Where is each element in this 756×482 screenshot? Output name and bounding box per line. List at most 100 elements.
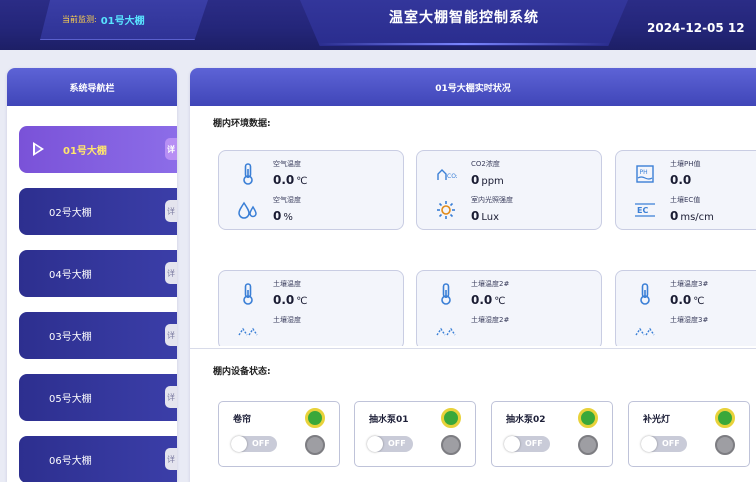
sidebar-item-greenhouse-02[interactable]: 02号大棚 详 <box>19 188 177 235</box>
datetime: 2024-12-05 12 <box>647 21 745 35</box>
sidebar-item-greenhouse-04[interactable]: 04号大棚 详 <box>19 250 177 297</box>
env-card-soil-1: 土壤温度 0.0 ℃ 土壤湿度 <box>218 270 404 346</box>
sun-icon <box>435 199 457 221</box>
metric-value: 0.0 ℃ <box>273 173 308 187</box>
env-card-air: 空气温度 0.0 ℃ 空气湿度 0% <box>218 150 404 230</box>
value-unit: ℃ <box>494 296 506 307</box>
metric-light: 室内光照强度 0 Lux <box>417 193 603 229</box>
sidebar-item-label: 03号大棚 <box>49 332 92 343</box>
metric-air-temperature: 空气温度 0.0 ℃ <box>219 157 405 193</box>
grow-light-toggle[interactable]: OFF <box>641 436 687 452</box>
device-name: 补光灯 <box>643 415 671 425</box>
stopped-indicator-light <box>441 435 461 455</box>
toggle-knob <box>504 436 520 452</box>
co2-icon: CO₂ <box>435 163 457 185</box>
curtain-toggle[interactable]: OFF <box>231 436 277 452</box>
metric-label: 土壤湿度 <box>273 316 301 324</box>
pump-01-toggle[interactable]: OFF <box>367 436 413 452</box>
nav-tab-handle: 详 <box>165 448 177 470</box>
value-unit: ppm <box>481 176 504 187</box>
nav-tab-handle: 详 <box>165 324 177 346</box>
metric-label: 土壤湿度3# <box>670 316 709 324</box>
sidebar-item-greenhouse-05[interactable]: 05号大棚 详 <box>19 374 177 421</box>
nav-list: 01号大棚 详 02号大棚 详 04号大棚 详 03号大棚 详 05号大棚 详 … <box>7 106 177 482</box>
value-number: 0.0 <box>670 173 692 187</box>
play-arrow-icon <box>33 142 44 156</box>
value-number: 0 <box>471 209 480 223</box>
svg-text:CO₂: CO₂ <box>447 173 457 180</box>
sidebar: 系统导航栏 01号大棚 详 02号大棚 详 04号大棚 详 03号大棚 详 05… <box>7 68 177 482</box>
device-name: 抽水泵01 <box>369 415 409 425</box>
soil-humidity-icon <box>435 319 457 341</box>
nav-tab-handle: 详 <box>165 386 177 408</box>
sidebar-item-label: 05号大棚 <box>49 394 92 405</box>
env-card-soil-2: 土壤温度2# 0.0 ℃ 土壤湿度2# <box>416 270 602 346</box>
title-underline <box>318 43 610 45</box>
thermometer-icon <box>237 163 259 185</box>
running-indicator-light <box>441 408 461 428</box>
metric-label: 土壤温度 <box>273 280 301 288</box>
device-card-grow-light: 补光灯 OFF <box>628 401 750 467</box>
metric-label: 室内光照强度 <box>471 196 513 204</box>
value-number: 0.0 <box>670 293 692 307</box>
svg-text:PH: PH <box>640 169 648 176</box>
value-number: 0 <box>471 173 480 187</box>
value-unit: ℃ <box>693 296 705 307</box>
metric-soil-temperature: 土壤温度 0.0 ℃ <box>219 277 405 313</box>
metric-air-humidity: 空气湿度 0% <box>219 193 405 229</box>
title-plate: 温室大棚智能控制系统 <box>300 0 628 46</box>
current-monitor-value: 01号大棚 <box>100 16 145 27</box>
sidebar-item-greenhouse-03[interactable]: 03号大棚 详 <box>19 312 177 359</box>
main-panel: 01号大棚实时状况 棚内环境数据: 空气温度 0.0 ℃ 空气湿度 0% CO … <box>190 68 756 482</box>
value-number: 0 <box>273 209 282 223</box>
sidebar-item-label: 02号大棚 <box>49 208 92 219</box>
toggle-knob <box>367 436 383 452</box>
toggle-state: OFF <box>662 439 680 448</box>
metric-value: 0 Lux <box>471 209 499 223</box>
toggle-state: OFF <box>525 439 543 448</box>
metric-label: 空气湿度 <box>273 196 301 204</box>
ph-icon: PH <box>634 163 656 185</box>
metric-label: 土壤EC值 <box>670 196 701 204</box>
toggle-state: OFF <box>388 439 406 448</box>
device-card-curtain: 卷帘 OFF <box>218 401 340 467</box>
metric-label: 土壤湿度2# <box>471 316 510 324</box>
soil-thermometer-icon <box>634 283 656 305</box>
value-unit: Lux <box>481 212 500 223</box>
device-name: 抽水泵02 <box>506 415 546 425</box>
running-indicator-light <box>305 408 325 428</box>
soil-humidity-icon <box>634 319 656 341</box>
env-card-soil-3: 土壤温度3# 0.0 ℃ 土壤湿度3# <box>615 270 756 346</box>
current-monitor-label: 当前监测: <box>62 15 97 24</box>
metric-soil-humidity-2: 土壤湿度2# <box>417 313 603 346</box>
section-divider <box>190 348 756 349</box>
soil-thermometer-icon <box>435 283 457 305</box>
value-unit: ℃ <box>296 296 308 307</box>
toggle-knob <box>641 436 657 452</box>
top-header: 当前监测: 01号大棚 温室大棚智能控制系统 2024-12-05 12 <box>0 0 756 50</box>
value-number: 0.0 <box>471 293 493 307</box>
metric-label: 土壤PH值 <box>670 160 701 168</box>
pump-02-toggle[interactable]: OFF <box>504 436 550 452</box>
metric-label: 土壤温度2# <box>471 280 510 288</box>
device-name: 卷帘 <box>233 415 252 425</box>
value-number: 0 <box>670 209 679 223</box>
running-indicator-light <box>578 408 598 428</box>
ec-icon: EC <box>634 199 656 221</box>
metric-value: 0 ms/cm <box>670 209 714 223</box>
metric-co2: CO₂ CO2浓度 0ppm <box>417 157 603 193</box>
toggle-knob <box>231 436 247 452</box>
value-unit: % <box>283 212 293 223</box>
sidebar-item-label: 01号大棚 <box>63 146 107 157</box>
metric-label: 空气温度 <box>273 160 301 168</box>
sidebar-item-greenhouse-06[interactable]: 06号大棚 详 <box>19 436 177 482</box>
nav-tab-handle: 详 <box>165 262 177 284</box>
stopped-indicator-light <box>715 435 735 455</box>
metric-soil-temperature-3: 土壤温度3# 0.0 ℃ <box>616 277 756 313</box>
env-cards-area: 空气温度 0.0℃ 空气湿度 0% CO₂ CO2浓度 0ppm <box>190 140 756 346</box>
sidebar-item-greenhouse-01[interactable]: 01号大棚 详 <box>19 126 177 173</box>
panel-title: 01号大棚实时状况 <box>190 68 756 106</box>
env-card-co2-light: CO₂ CO2浓度 0ppm 室内光照强度 0Lux <box>416 150 602 230</box>
nav-tab-handle: 详 <box>165 200 177 222</box>
metric-label: CO2浓度 <box>471 160 500 168</box>
